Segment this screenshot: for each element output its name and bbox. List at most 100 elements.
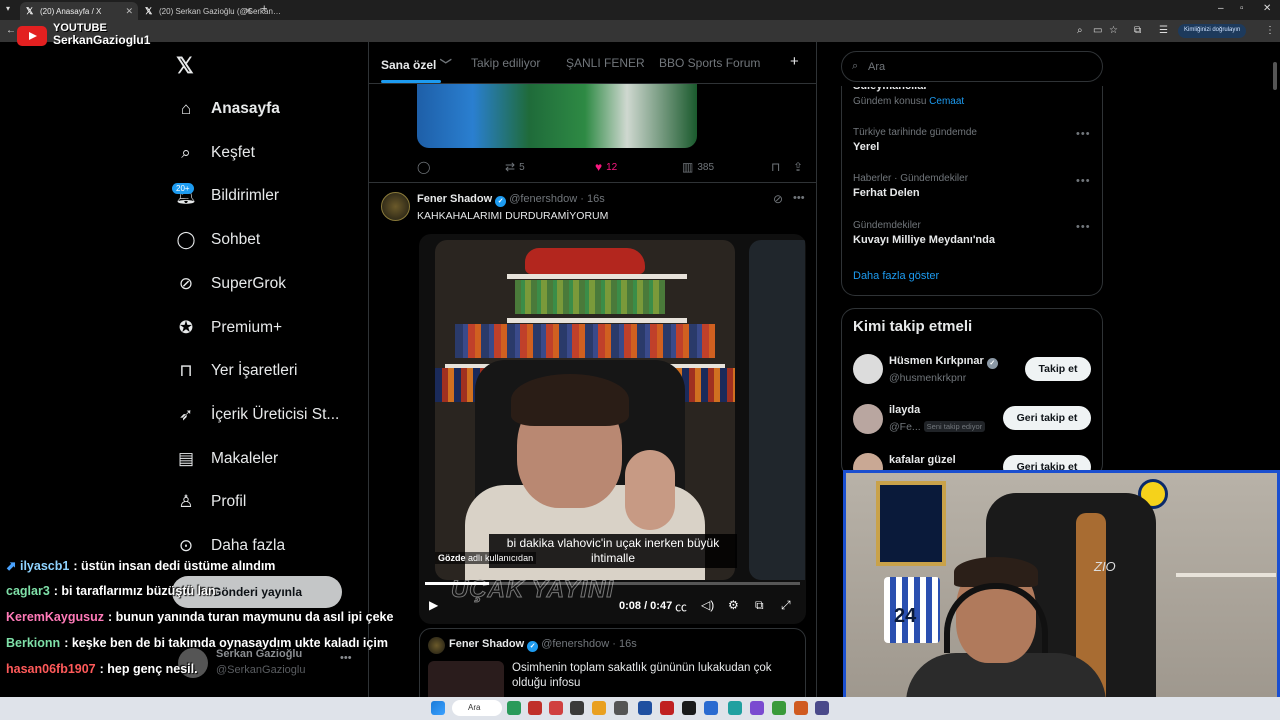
trend-name[interactable]: Kuvayı Milliye Meydanı'nda (853, 234, 995, 246)
taskbar-app-icon[interactable] (750, 701, 764, 715)
tab-menu-icon[interactable]: ▾ (6, 4, 10, 13)
browser-menu-icon[interactable]: ⋮ (1265, 25, 1275, 36)
suggested-user-handle: @husmenkrkpnr (889, 372, 967, 384)
post-divider (369, 182, 816, 183)
suggested-user-name[interactable]: Hüsmen Kırkpınar ✓ (889, 355, 1001, 369)
more-options-icon[interactable]: ••• (793, 192, 805, 204)
back-icon[interactable]: ← (6, 25, 16, 36)
page-scrollbar[interactable] (1273, 62, 1277, 90)
nav-home[interactable]: ⌂ Anasayfa (175, 94, 280, 124)
zoom-icon[interactable]: ⌕ (1077, 25, 1083, 36)
taskbar-app-icon[interactable] (570, 701, 584, 715)
windows-start-icon[interactable] (431, 701, 445, 715)
trend-more-icon[interactable]: ••• (1076, 128, 1091, 140)
tab-following[interactable]: Takip ediliyor (471, 56, 540, 70)
taskbar-app-icon[interactable] (728, 701, 742, 715)
chevron-down-icon: ﹀ (439, 58, 452, 72)
nav-articles[interactable]: ▤ Makaleler (175, 444, 278, 474)
chat-message: hasan06fb1907: hep genç nesil. (6, 662, 198, 676)
tab-bbo-sports[interactable]: BBO Sports Forum (659, 56, 760, 70)
tab-sanli-fener[interactable]: ŞANLI FENER (566, 56, 645, 70)
show-more-link[interactable]: Daha fazla göster (853, 270, 939, 282)
video-player[interactable]: bi dakika vlahovic'in uçak inerken büyük… (419, 234, 806, 624)
cast-icon[interactable]: ▭ (1093, 25, 1102, 36)
verify-identity-button[interactable]: Kimliğinizi doğrulayın (1178, 24, 1247, 38)
browser-tab-home[interactable]: 𝕏 (20) Anasayfa / X ✕ (20, 2, 138, 20)
fullscreen-icon[interactable]: ⤢ (781, 598, 791, 613)
avatar[interactable] (853, 354, 883, 384)
suggested-user-name[interactable]: kafalar güzel (889, 454, 956, 466)
like-button[interactable]: ♥ 12 (595, 160, 617, 174)
bookmark-button[interactable]: ⊓ (771, 160, 780, 174)
quoted-post[interactable]: Fener Shadow ✓ @fenershdow · 16s Osimhenin… (419, 628, 806, 697)
nav-creator-studio[interactable]: ➶ İçerik Üreticisi St... (175, 400, 339, 430)
play-icon[interactable]: ▶ (429, 598, 438, 612)
video-progress-bar[interactable] (425, 582, 800, 585)
nav-supergrok[interactable]: ⊘ SuperGrok (175, 269, 286, 299)
taskbar-app-icon[interactable] (528, 701, 542, 715)
close-tab-icon[interactable]: ✕ (244, 6, 252, 17)
settings-icon[interactable]: ⚙ (728, 598, 739, 612)
avatar[interactable] (853, 404, 883, 434)
share-button[interactable]: ⇪ (793, 160, 803, 174)
quoted-text: Osimhenin toplam sakatlık gününün lukaku… (512, 662, 772, 689)
taskbar-app-icon[interactable] (660, 701, 674, 715)
add-tab-icon[interactable]: + (790, 53, 799, 70)
nav-profile[interactable]: ♙ Profil (175, 487, 246, 517)
captions-icon[interactable]: ㏄ (675, 598, 687, 615)
x-favicon-icon: 𝕏 (145, 6, 153, 16)
nav-explore[interactable]: ⌕ Keşfet (175, 138, 255, 168)
taskbar-app-icon[interactable] (549, 701, 563, 715)
taskbar-app-icon[interactable] (507, 701, 521, 715)
nav-more[interactable]: ⊙ Daha fazla (175, 531, 285, 561)
new-tab-button[interactable]: + (261, 3, 267, 15)
taskbar-app-icon[interactable] (638, 701, 652, 715)
taskbar-app-icon[interactable] (794, 701, 808, 715)
trend-meta: Gündem konusu Cemaat (853, 96, 965, 107)
nav-bookmarks[interactable]: ⊓ Yer İşaretleri (175, 356, 297, 386)
reply-button[interactable]: ◯ (417, 160, 430, 174)
taskbar-search[interactable]: Ara (452, 700, 502, 716)
follow-button[interactable]: Takip et (1025, 357, 1091, 381)
jersey-number: 24 (894, 605, 917, 627)
star-icon[interactable]: ☆ (1109, 25, 1118, 36)
extensions-icon[interactable]: ⧉ (1134, 25, 1141, 36)
nav-premium[interactable]: ✪ Premium+ (175, 313, 282, 343)
shelf (1176, 573, 1276, 577)
taskbar-app-icon[interactable] (815, 701, 829, 715)
taskbar-app-icon[interactable] (704, 701, 718, 715)
search-input[interactable]: ⌕ Ara (841, 51, 1103, 82)
trend-more-icon[interactable]: ••• (1076, 221, 1091, 233)
browser-tab-profile[interactable]: 𝕏 (20) Serkan Gazioğlu (@Serkan… ✕ (139, 2, 281, 20)
trend-more-icon[interactable]: ••• (1076, 175, 1091, 187)
follows-you-badge: Seni takip ediyor (923, 421, 986, 432)
taskbar-app-icon[interactable] (772, 701, 786, 715)
retweet-button[interactable]: ⇄ 5 (505, 160, 525, 174)
tab-search-icon[interactable]: ☰ (1159, 25, 1168, 36)
maximize-icon[interactable]: ▫ (1240, 3, 1244, 14)
rocket-icon: ➶ (178, 405, 194, 424)
post-media-image[interactable] (417, 84, 697, 148)
x-logo-icon[interactable]: 𝕏 (176, 53, 194, 79)
post-author[interactable]: Fener Shadow ✓ @fenershdow · 16s (417, 193, 605, 207)
views-button[interactable]: ▥ 385 (682, 160, 714, 174)
pip-icon[interactable]: ⧉ (755, 598, 764, 613)
stream-channel: SerkanGazioglu1 (53, 33, 151, 47)
taskbar-app-icon[interactable] (614, 701, 628, 715)
close-tab-icon[interactable]: ✕ (125, 6, 133, 17)
volume-icon[interactable]: ◁) (701, 598, 714, 612)
nav-chat[interactable]: ◯ Sohbet (175, 225, 260, 255)
taskbar-app-icon[interactable] (592, 701, 606, 715)
suggested-user-name[interactable]: ilayda (889, 404, 920, 416)
close-window-icon[interactable]: ✕ (1263, 3, 1271, 14)
search-icon: ⌕ (852, 60, 859, 72)
tab-for-you[interactable]: Sana özel ﹀ (381, 56, 452, 73)
avatar[interactable] (381, 192, 410, 221)
trend-name[interactable]: Yerel (853, 141, 879, 153)
grok-analyze-icon[interactable]: ⊘ (773, 192, 783, 206)
minimize-icon[interactable]: – (1218, 3, 1224, 14)
chat-icon: ◯ (176, 230, 196, 249)
follow-back-button[interactable]: Geri takip et (1003, 406, 1091, 430)
trend-name[interactable]: Ferhat Delen (853, 187, 920, 199)
taskbar-app-icon[interactable] (682, 701, 696, 715)
